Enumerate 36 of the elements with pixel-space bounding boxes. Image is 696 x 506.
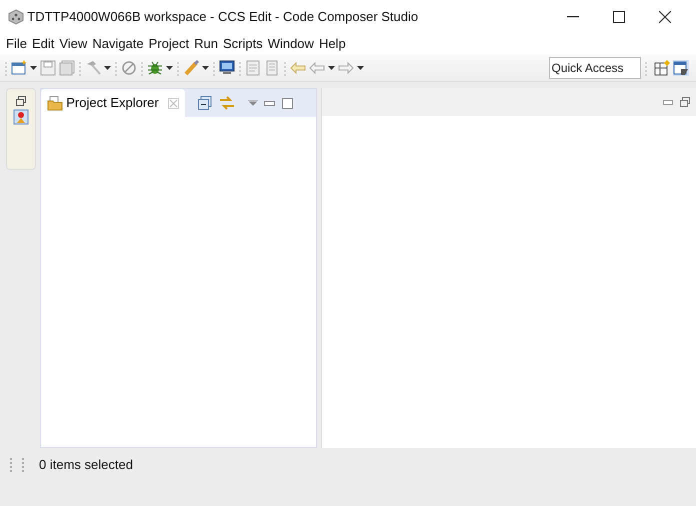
open-perspective-icon[interactable] — [654, 60, 670, 76]
restore-icon[interactable] — [680, 97, 690, 107]
maximize-icon[interactable] — [613, 11, 625, 23]
menu-item[interactable]: View — [59, 34, 88, 54]
menu-item[interactable]: Project — [148, 34, 190, 54]
save-all-icon[interactable] — [59, 60, 75, 76]
no-entry-icon[interactable] — [121, 60, 137, 76]
perspective-icon[interactable] — [673, 60, 689, 76]
new-window-icon[interactable] — [11, 60, 27, 76]
folder-icon — [47, 96, 63, 110]
back-arrow-icon[interactable] — [290, 60, 306, 76]
menu-item[interactable]: File — [6, 34, 27, 54]
drag-handle-icon[interactable] — [8, 458, 26, 472]
menu-item[interactable]: Window — [268, 34, 314, 54]
view-menu-icon[interactable] — [248, 100, 258, 106]
link-arrows-icon[interactable] — [218, 95, 235, 111]
window-title: TDTTP4000W066B workspace - CCS Edit - Code Composer Studio — [27, 8, 420, 26]
menu-item[interactable]: Edit — [32, 34, 54, 54]
debug-view-icon[interactable] — [13, 108, 29, 125]
bug-icon[interactable] — [147, 60, 163, 76]
restore-icon[interactable] — [16, 96, 26, 106]
status-text: 0 items selected — [39, 456, 133, 474]
collapse-all-icon[interactable] — [198, 96, 212, 110]
minimize-icon[interactable] — [567, 16, 579, 18]
monitor-icon[interactable] — [219, 60, 235, 76]
app-icon — [8, 9, 24, 25]
menu-item[interactable]: Run — [194, 34, 218, 54]
document-icon[interactable] — [245, 60, 261, 76]
view-tab[interactable]: Project Explorer — [41, 89, 186, 117]
close-icon[interactable] — [659, 11, 671, 23]
quick-access-field[interactable]: Quick Access — [548, 56, 640, 78]
page-icon[interactable] — [264, 60, 280, 76]
menu-item[interactable]: Navigate — [92, 34, 144, 54]
separator-icon[interactable] — [644, 60, 648, 76]
menu-item[interactable]: Help — [318, 34, 346, 54]
menu-item[interactable]: Scripts — [222, 34, 263, 54]
